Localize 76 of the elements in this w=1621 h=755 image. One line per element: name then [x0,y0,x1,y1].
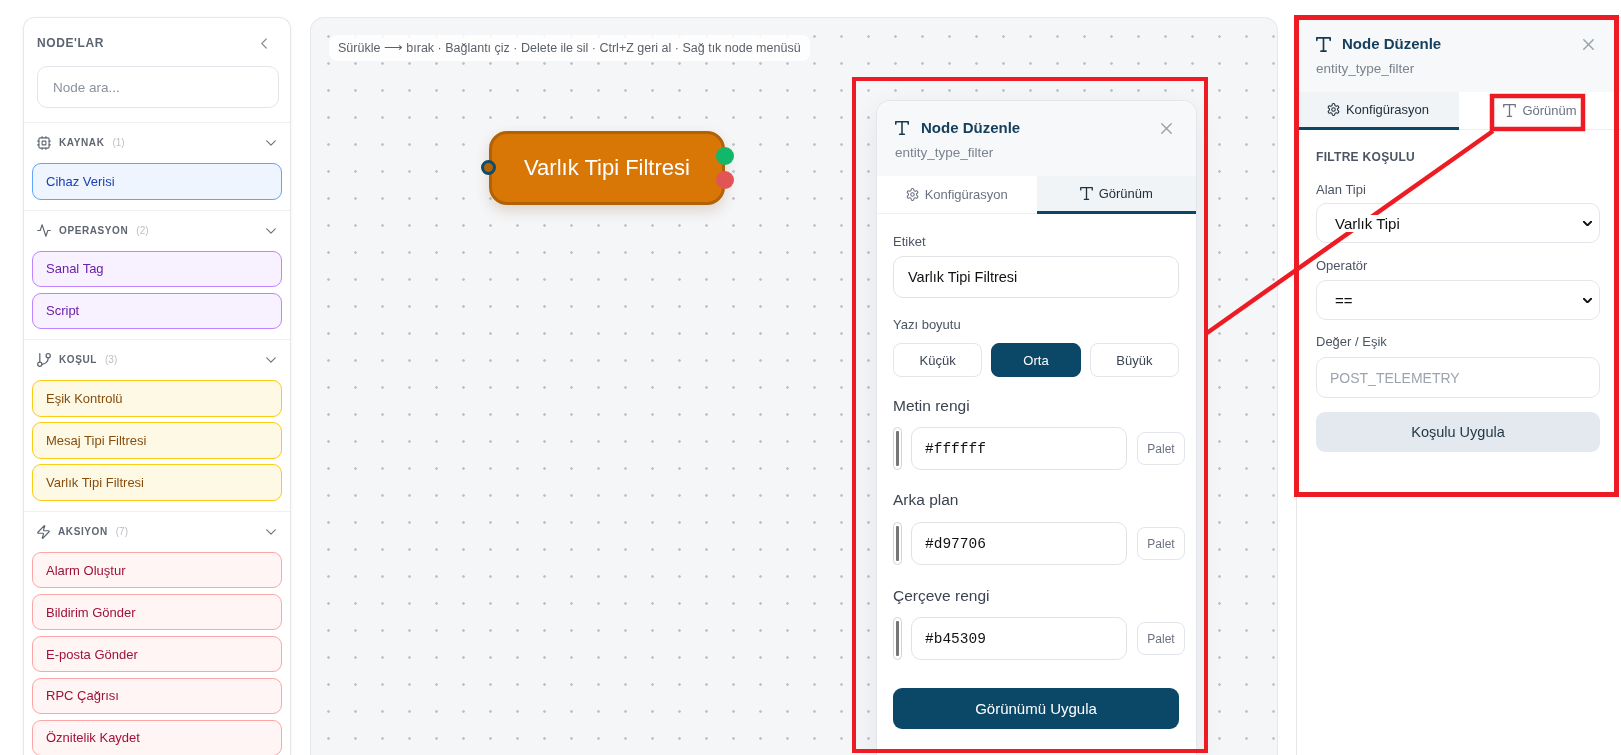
color-picker[interactable] [893,522,902,565]
palette-button[interactable]: Palet [1137,432,1185,465]
color-picker[interactable] [893,617,902,660]
hex-color-field[interactable]: #ffffff [911,427,1127,470]
size-option-button[interactable]: Küçük [893,343,983,377]
chevron-down-icon [1583,297,1592,303]
section-title[interactable]: KOŞUL [59,353,97,368]
text-icon [895,121,909,135]
hex-color-field[interactable]: #b45309 [911,617,1127,660]
hex-color-field[interactable]: #d97706 [911,522,1127,565]
node-item[interactable]: Sanal Tag [32,250,282,288]
section-title: FILTRE KOŞULU [1316,149,1415,165]
label-field[interactable]: Varlık Tipi Filtresi [893,256,1179,298]
gear-icon [905,188,919,201]
chevron-down-icon[interactable] [266,528,276,535]
field-label: Değer / Eşik [1316,334,1387,350]
field-label: Operatör [1316,258,1368,274]
node-item[interactable]: Öznitelik Kaydet [32,719,282,755]
cpu-icon [37,136,51,150]
node-item[interactable]: Eşik Kontrolü [32,380,282,417]
output-port-icon[interactable] [716,147,734,165]
tab[interactable]: Görünüm [1036,176,1196,214]
close-icon[interactable] [1583,38,1594,50]
section-title[interactable]: OPERASYON [59,223,129,238]
section-count: (2) [136,223,149,238]
chevron-down-icon [1583,220,1592,226]
node-item[interactable]: E-posta Gönder [32,635,282,673]
field-label: Çerçeve rengi [893,586,990,606]
gear-icon [1326,103,1340,116]
field-label: Metin rengi [893,396,970,416]
node-item[interactable]: Mesaj Tipi Filtresi [32,422,282,459]
section-title[interactable]: AKSIYON [58,524,108,539]
chevron-left-icon[interactable] [261,37,267,49]
field-label: Etiket [893,233,926,250]
field-label: Alan Tipi [1316,182,1366,198]
chevron-down-icon[interactable] [266,227,276,234]
section-count: (3) [105,353,118,368]
output-port-icon[interactable] [716,171,734,189]
section-title[interactable]: KAYNAK [59,136,105,150]
palette-button[interactable]: Palet [1137,622,1185,655]
node-item[interactable]: Script [32,292,282,330]
text-icon [1503,104,1517,117]
size-option-button[interactable]: Orta [991,343,1081,377]
apply-button[interactable]: Görünümü Uygula [893,688,1179,729]
search-field[interactable]: Node ara... [37,66,279,108]
close-icon[interactable] [1161,122,1172,134]
tab[interactable]: Konfigürasyon [1297,92,1459,130]
canvas-hint: Sürükle ⟶ bırak · Bağlantı çiz · Delete ile sil · Ctrl+Z geri al · Sağ tık node menüsü [329,35,810,61]
section-count: (1) [112,136,125,150]
size-option-button[interactable]: Büyük [1089,343,1179,377]
select-field[interactable]: == [1316,280,1600,320]
pulse-icon [37,224,51,238]
node-item[interactable]: Varlık Tipi Filtresi [32,464,282,501]
palette-button[interactable]: Palet [1137,527,1185,560]
text-icon [1079,187,1093,200]
panel-title: Node Düzenle [921,118,1021,138]
panel-title: Node Düzenle [1342,34,1442,54]
chevron-down-icon[interactable] [266,140,276,146]
node-type-id: entity_type_filter [895,144,994,162]
text-icon [1316,36,1331,52]
color-picker[interactable] [893,427,902,470]
node-item[interactable]: Bildirim Gönder [32,593,282,631]
field-label: Yazı boyutu [893,316,961,333]
node-type-id: entity_type_filter [1316,60,1415,78]
sidebar-title: NODE'LAR [37,35,104,52]
apply-button[interactable]: Koşulu Uygula [1316,412,1600,452]
node-item[interactable]: Alarm Oluştur [32,551,282,589]
field-label: Arka plan [893,490,959,510]
branch-icon [37,353,51,368]
section-count: (7) [115,524,128,539]
select-field[interactable]: Varlık Tipi [1316,203,1600,243]
chevron-down-icon[interactable] [266,357,276,364]
lightning-icon [37,524,50,539]
node-item[interactable]: Cihaz Verisi [32,163,282,200]
text-field[interactable]: POST_TELEMETRY [1316,357,1600,398]
node-item[interactable]: RPC Çağrısı [32,677,282,715]
